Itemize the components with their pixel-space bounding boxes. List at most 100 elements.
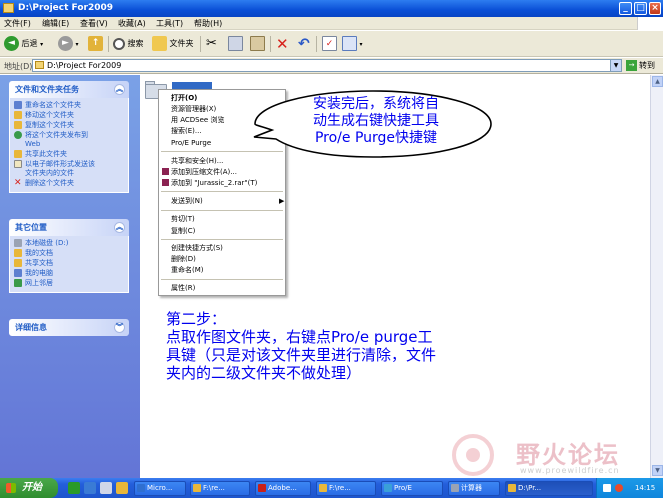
other-places-header[interactable]: 其它位置 ︽ xyxy=(9,219,129,236)
documents-folder-icon xyxy=(14,249,22,257)
taskbar: 开始 Micro... F:\re... Adobe... F:\re... P… xyxy=(0,478,663,498)
task-move-folder[interactable]: 移动这个文件夹 xyxy=(14,111,125,120)
properties-button[interactable]: ✓ xyxy=(322,35,337,53)
menu-help[interactable]: 帮助(H) xyxy=(194,18,222,29)
menu-item-add-rar[interactable]: 添加到 "Jurassic_2.rar"(T) xyxy=(162,178,257,188)
menu-item-properties[interactable]: 属性(R) xyxy=(171,283,195,293)
scroll-up-icon[interactable]: ▲ xyxy=(652,76,663,87)
file-tasks-header[interactable]: 文件和文件夹任务 ︽ xyxy=(9,81,129,98)
address-input[interactable]: D:\Project For2009 ▼ xyxy=(32,59,622,72)
menu-item-sharing[interactable]: 共享和安全(H)... xyxy=(171,156,223,166)
place-network[interactable]: 网上邻居 xyxy=(14,279,125,288)
menu-item-add-archive[interactable]: 添加到压缩文件(A)... xyxy=(162,167,237,177)
forward-button[interactable]: ► ▾ xyxy=(58,35,79,53)
window-title-bar[interactable]: D:\Project For2009 _ □ × xyxy=(0,0,663,17)
expand-chevron-icon[interactable]: ︾ xyxy=(114,322,125,333)
system-tray: 14:15 xyxy=(596,478,663,498)
menu-item-search[interactable]: 搜索(E)... xyxy=(171,126,202,136)
vertical-scrollbar[interactable]: ▲ ▼ xyxy=(650,75,663,478)
go-arrow-icon: → xyxy=(626,60,637,71)
paste-button[interactable] xyxy=(250,35,265,53)
menu-item-open[interactable]: 打开(O) xyxy=(171,93,197,103)
quicklaunch-icon[interactable] xyxy=(68,482,80,494)
details-header[interactable]: 详细信息 ︾ xyxy=(9,319,129,336)
scroll-down-icon[interactable]: ▼ xyxy=(652,465,663,476)
menu-item-send-to[interactable]: 发送到(N) ▶ xyxy=(171,196,284,206)
delete-button[interactable]: ✕ xyxy=(276,35,289,53)
minimize-button[interactable]: _ xyxy=(619,2,632,15)
menu-view[interactable]: 查看(V) xyxy=(80,18,108,29)
undo-button[interactable]: ↶ xyxy=(298,35,310,53)
search-button[interactable]: 搜索 xyxy=(113,35,144,53)
views-button[interactable]: ▾ xyxy=(342,35,363,53)
menu-item-create-shortcut[interactable]: 创建快捷方式(S) xyxy=(171,243,223,253)
close-button[interactable]: × xyxy=(649,2,661,15)
task-button[interactable]: 计算器 xyxy=(448,481,500,496)
task-email-files[interactable]: 以电子邮件形式发送该 文件夹内的文件 xyxy=(14,160,125,178)
task-pane: 文件和文件夹任务 ︽ 重命名这个文件夹 移动这个文件夹 复制这个文件夹 将这个文… xyxy=(0,75,140,478)
menu-item-copy[interactable]: 复制(C) xyxy=(171,226,195,236)
folder-icon xyxy=(35,61,44,69)
task-share-folder[interactable]: 共享此文件夹 xyxy=(14,150,125,159)
menu-item-rename[interactable]: 重命名(M) xyxy=(171,265,204,275)
quicklaunch-desktop-icon[interactable] xyxy=(100,482,112,494)
go-button[interactable]: → 转到 xyxy=(626,59,655,72)
email-icon xyxy=(14,160,22,168)
forward-arrow-icon: ► xyxy=(58,36,73,51)
back-button[interactable]: ◄ 后退 ▾ xyxy=(4,35,43,53)
place-my-documents[interactable]: 我的文档 xyxy=(14,249,125,258)
windows-logo-icon xyxy=(637,17,663,30)
menu-item-delete[interactable]: 删除(D) xyxy=(171,254,196,264)
collapse-chevron-icon[interactable]: ︽ xyxy=(114,222,125,233)
clock[interactable]: 14:15 xyxy=(635,478,655,498)
start-button[interactable]: 开始 xyxy=(0,478,58,498)
address-value: D:\Project For2009 xyxy=(47,61,122,70)
computer-icon xyxy=(14,269,22,277)
maximize-button[interactable]: □ xyxy=(634,2,647,15)
task-copy-folder[interactable]: 复制这个文件夹 xyxy=(14,121,125,130)
toolbar-divider xyxy=(316,36,317,52)
cut-button[interactable]: ✂ xyxy=(206,35,217,53)
menu-favorites[interactable]: 收藏(A) xyxy=(118,18,146,29)
task-button[interactable]: F:\re... xyxy=(316,481,376,496)
toolbar-divider xyxy=(200,36,201,52)
quicklaunch-folder-icon[interactable] xyxy=(116,482,128,494)
menu-item-proe-purge[interactable]: Pro/E Purge xyxy=(171,138,211,148)
menu-bar: 文件(F) 编辑(E) 查看(V) 收藏(A) 工具(T) 帮助(H) xyxy=(0,17,663,30)
task-delete-folder[interactable]: ✕ 删除这个文件夹 xyxy=(14,179,125,188)
place-shared-documents[interactable]: 共享文档 xyxy=(14,259,125,268)
details-title: 详细信息 xyxy=(15,323,47,332)
proe-icon xyxy=(384,484,392,492)
adobe-icon xyxy=(258,484,266,492)
menu-file[interactable]: 文件(F) xyxy=(4,18,31,29)
task-rename-folder[interactable]: 重命名这个文件夹 xyxy=(14,101,125,110)
place-local-disk[interactable]: 本地磁盘 (D:) xyxy=(14,239,125,248)
task-button-active[interactable]: D:\Pr... xyxy=(505,481,593,496)
task-button[interactable]: Pro/E xyxy=(381,481,443,496)
menu-item-explore[interactable]: 资源管理器(X) xyxy=(171,104,216,114)
tray-network-icon[interactable] xyxy=(603,484,611,492)
task-button[interactable]: Micro... xyxy=(134,481,186,496)
copy-button[interactable] xyxy=(228,35,243,53)
other-places-title: 其它位置 xyxy=(15,223,47,232)
file-tasks-panel: 文件和文件夹任务 ︽ 重命名这个文件夹 移动这个文件夹 复制这个文件夹 将这个文… xyxy=(9,81,129,193)
place-my-computer[interactable]: 我的电脑 xyxy=(14,269,125,278)
menu-item-acdsee[interactable]: 用 ACDSee 浏览 xyxy=(171,115,224,125)
folders-button[interactable]: 文件夹 xyxy=(152,35,194,53)
task-button[interactable]: Adobe... xyxy=(255,481,311,496)
up-folder-button[interactable]: ↑ xyxy=(88,35,103,53)
shared-folder-icon xyxy=(14,259,22,267)
collapse-chevron-icon[interactable]: ︽ xyxy=(114,84,125,95)
menu-tools[interactable]: 工具(T) xyxy=(156,18,183,29)
menu-edit[interactable]: 编辑(E) xyxy=(42,18,69,29)
start-label: 开始 xyxy=(22,482,42,493)
task-publish-web[interactable]: 将这个文件夹发布到 Web xyxy=(14,131,125,149)
quicklaunch-ie-icon[interactable] xyxy=(84,482,96,494)
task-button[interactable]: F:\re... xyxy=(190,481,250,496)
tray-app-icon[interactable] xyxy=(615,484,623,492)
menu-item-cut[interactable]: 剪切(T) xyxy=(171,214,195,224)
annotation-bubble-text: 安装完后，系统将自 动生成右键快捷工具 Pro/e Purge快捷键 xyxy=(313,96,439,146)
chevron-down-icon[interactable]: ▼ xyxy=(610,60,621,71)
scissors-icon: ✂ xyxy=(206,36,217,51)
drive-icon xyxy=(14,239,22,247)
